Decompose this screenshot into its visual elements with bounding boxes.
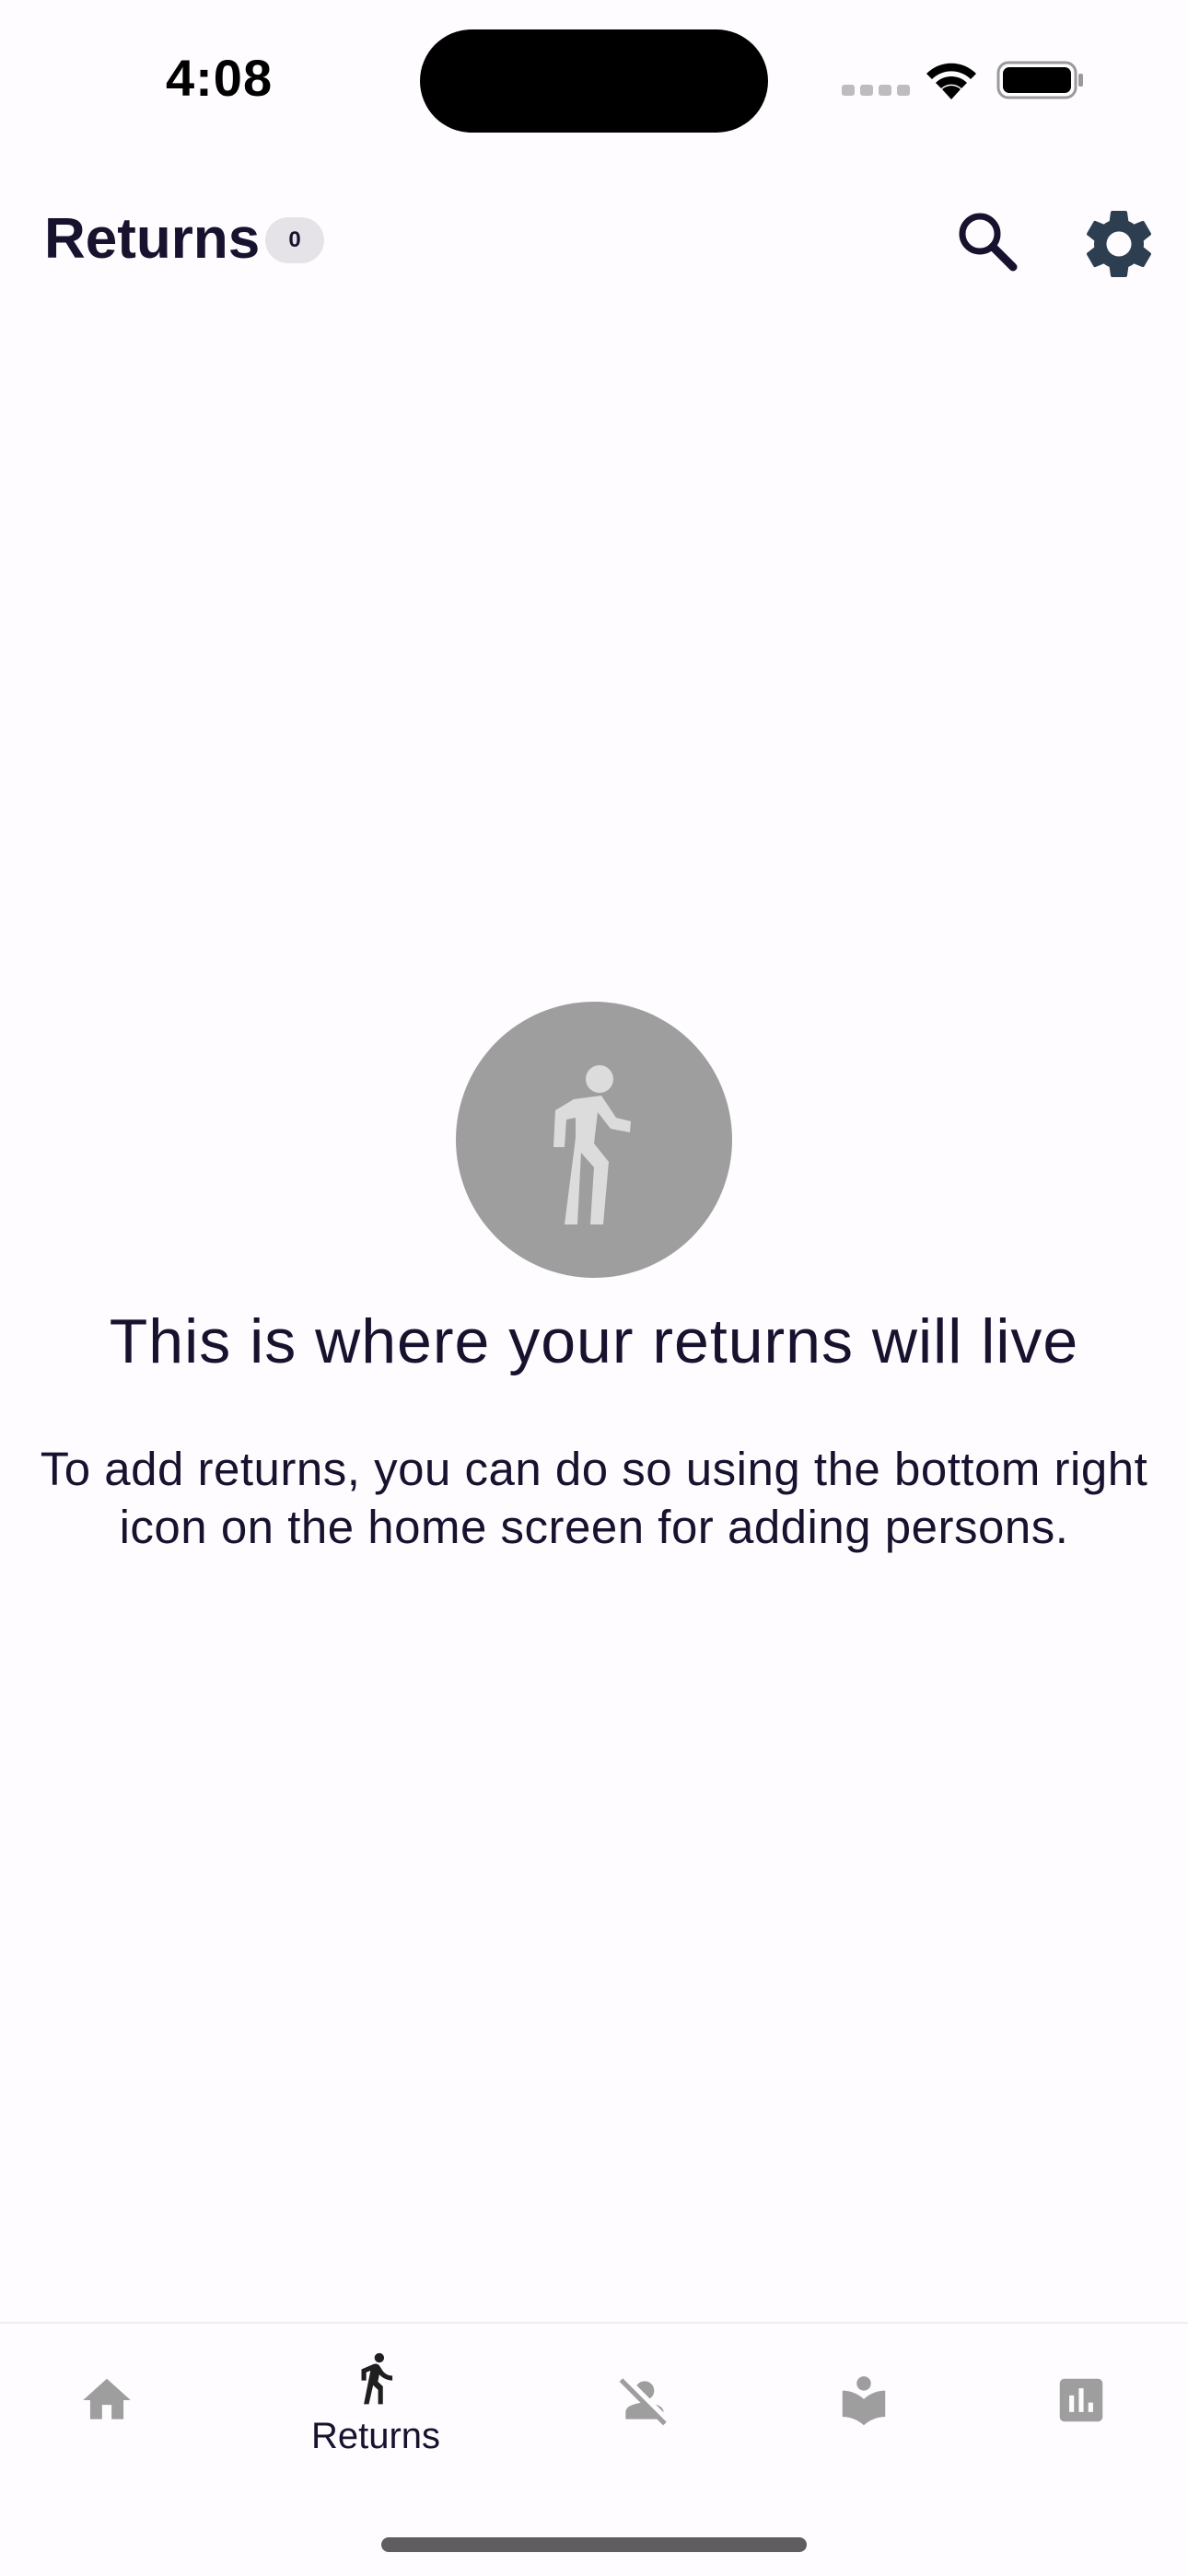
nav-item-home[interactable]: [15, 2324, 199, 2499]
empty-state-illustration: [456, 1002, 732, 1278]
nav-item-resources[interactable]: [772, 2324, 956, 2499]
search-icon: [959, 213, 1018, 272]
home-icon: [83, 2378, 131, 2419]
book-reader-icon: [842, 2376, 886, 2426]
wifi-icon: [926, 63, 976, 99]
nav-item-returns[interactable]: Returns: [284, 2324, 468, 2499]
person-off-icon: [619, 2378, 667, 2426]
returns-count-badge: 0: [265, 217, 324, 263]
status-time: 4:08: [166, 49, 274, 107]
settings-button[interactable]: [1077, 203, 1160, 285]
home-indicator[interactable]: [381, 2537, 807, 2552]
battery-full-icon: [996, 61, 1083, 99]
cellular-signal-icon: [842, 85, 910, 96]
empty-state-title: This is where your returns will live: [109, 1306, 1079, 1376]
dynamic-island: [420, 29, 768, 133]
app-header: Returns 0: [0, 184, 1188, 304]
gear-icon: [1086, 211, 1152, 277]
nav-item-label: Returns: [310, 2416, 441, 2456]
nav-item-statistics[interactable]: [989, 2324, 1173, 2499]
empty-state-description: To add returns, you can do so using the …: [40, 1443, 1148, 1553]
nav-item-missing-persons[interactable]: [553, 2324, 737, 2499]
status-bar: 4:08: [0, 0, 1188, 161]
search-button[interactable]: [949, 203, 1026, 280]
person-walking-icon: [361, 2352, 393, 2405]
bar-chart-icon: [1059, 2378, 1103, 2422]
person-walking-icon: [553, 1065, 631, 1224]
page-title: Returns: [44, 207, 261, 271]
